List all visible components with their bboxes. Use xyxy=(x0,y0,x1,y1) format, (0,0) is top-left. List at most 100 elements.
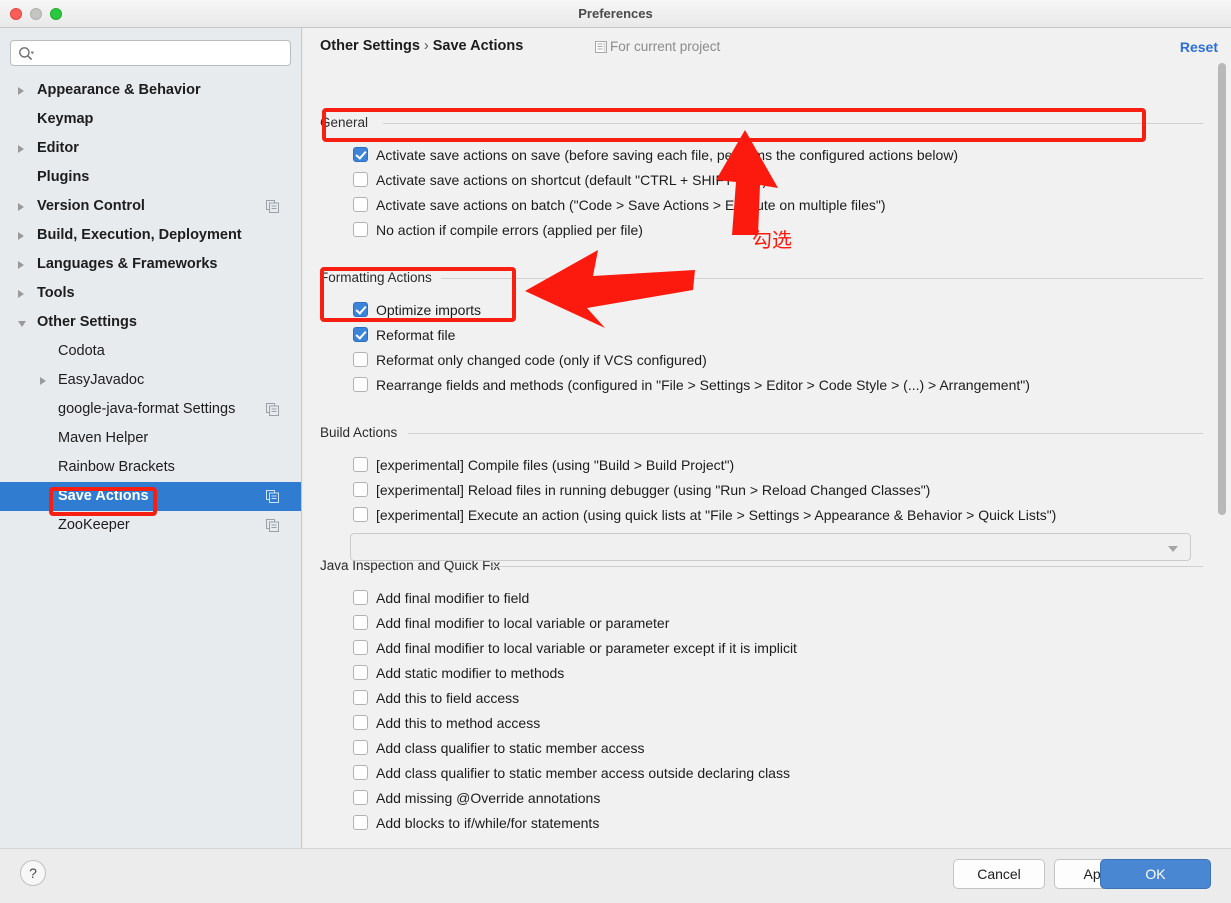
sidebar-item-other-settings[interactable]: Other Settings xyxy=(0,308,301,337)
checkbox-label: [experimental] Compile files (using "Bui… xyxy=(376,457,735,473)
sidebar-item-label: EasyJavadoc xyxy=(58,372,145,388)
copy-icon xyxy=(266,519,279,532)
checkbox-checked-icon[interactable] xyxy=(353,327,368,342)
sidebar-item-rainbow-brackets[interactable]: Rainbow Brackets xyxy=(0,453,301,482)
checkbox-label: Add final modifier to local variable or … xyxy=(376,640,797,656)
content-header: Other Settings › Save Actions For current … xyxy=(303,28,1231,66)
chevron-down-icon[interactable] xyxy=(18,321,26,327)
sidebar-item-label: ZooKeeper xyxy=(58,517,130,533)
sidebar-item-label: Editor xyxy=(37,140,79,156)
copy-icon xyxy=(266,490,279,503)
section-divider xyxy=(441,278,1203,279)
chevron-down-icon[interactable] xyxy=(1168,546,1178,552)
quick-list-combobox[interactable] xyxy=(350,533,1191,561)
checkbox-unchecked-icon[interactable] xyxy=(353,715,368,730)
reset-link[interactable]: Reset xyxy=(1180,39,1218,55)
sidebar-item-build-execution-deployment[interactable]: Build, Execution, Deployment xyxy=(0,221,301,250)
vertical-scrollbar[interactable] xyxy=(1218,63,1226,515)
sidebar-item-plugins[interactable]: Plugins xyxy=(0,163,301,192)
checkbox-unchecked-icon[interactable] xyxy=(353,377,368,392)
checkbox-label: [experimental] Execute an action (using … xyxy=(376,507,1057,523)
chevron-right-icon[interactable] xyxy=(18,261,24,269)
sidebar-item-version-control[interactable]: Version Control xyxy=(0,192,301,221)
sidebar-item-label: Build, Execution, Deployment xyxy=(37,227,242,243)
sidebar-item-easyjavadoc[interactable]: EasyJavadoc xyxy=(0,366,301,395)
checkbox-label: Add missing @Override annotations xyxy=(376,790,601,806)
section-title-formatting-actions: Formatting Actions xyxy=(320,270,432,285)
chevron-right-icon[interactable] xyxy=(18,87,24,95)
cancel-button[interactable]: Cancel xyxy=(953,859,1045,889)
checkbox-unchecked-icon[interactable] xyxy=(353,640,368,655)
breadcrumb-separator: › xyxy=(423,38,429,54)
checkbox-unchecked-icon[interactable] xyxy=(353,197,368,212)
checkbox-unchecked-icon[interactable] xyxy=(353,590,368,605)
checkbox-unchecked-icon[interactable] xyxy=(353,172,368,187)
settings-tree: Appearance & Behavior Keymap Editor Plugins… xyxy=(0,76,301,540)
checkbox-unchecked-icon[interactable] xyxy=(353,690,368,705)
chevron-right-icon[interactable] xyxy=(18,232,24,240)
checkbox-label: Add final modifier to local variable or … xyxy=(376,615,670,631)
sidebar-item-editor[interactable]: Editor xyxy=(0,134,301,163)
settings-scroll-area: General Activate save actions on save (be… xyxy=(303,66,1231,848)
checkbox-unchecked-icon[interactable] xyxy=(353,665,368,680)
sidebar-item-save-actions[interactable]: Save Actions xyxy=(0,482,301,511)
section-divider xyxy=(408,433,1203,434)
checkbox-unchecked-icon[interactable] xyxy=(353,352,368,367)
checkbox-unchecked-icon[interactable] xyxy=(353,457,368,472)
checkbox-label: Rearrange fields and methods (configured… xyxy=(376,377,1030,393)
breadcrumb-current: Save Actions xyxy=(432,38,524,54)
sidebar-item-label: Rainbow Brackets xyxy=(58,459,175,475)
chevron-right-icon[interactable] xyxy=(18,203,24,211)
sidebar-item-maven-helper[interactable]: Maven Helper xyxy=(0,424,301,453)
breadcrumb: Other Settings › Save Actions xyxy=(320,38,523,54)
sidebar-item-keymap[interactable]: Keymap xyxy=(0,105,301,134)
checkbox-unchecked-icon[interactable] xyxy=(353,740,368,755)
sidebar-item-label: Save Actions xyxy=(58,488,149,504)
sidebar-item-label: google-java-format Settings xyxy=(58,401,236,417)
checkbox-label: Add static modifier to methods xyxy=(376,665,565,681)
sidebar-item-codota[interactable]: Codota xyxy=(0,337,301,366)
sidebar-item-label: Languages & Frameworks xyxy=(37,256,218,272)
copy-icon xyxy=(266,200,279,213)
checkbox-label: Activate save actions on shortcut (defau… xyxy=(376,172,768,188)
section-title-build-actions: Build Actions xyxy=(320,425,398,440)
checkbox-label: Add blocks to if/while/for statements xyxy=(376,815,600,831)
checkbox-label: Activate save actions on batch ("Code > … xyxy=(376,197,886,213)
checkbox-label: Add class qualifier to static member acc… xyxy=(376,765,790,781)
footer-bar xyxy=(0,848,1231,903)
breadcrumb-parent[interactable]: Other Settings xyxy=(320,38,420,54)
checkbox-checked-icon[interactable] xyxy=(353,302,368,317)
checkbox-label: No action if compile errors (applied per… xyxy=(376,222,643,238)
checkbox-unchecked-icon[interactable] xyxy=(353,790,368,805)
checkbox-unchecked-icon[interactable] xyxy=(353,765,368,780)
search-input[interactable] xyxy=(39,41,287,65)
checkbox-checked-icon[interactable] xyxy=(353,147,368,162)
sidebar-item-label: Maven Helper xyxy=(58,430,149,446)
checkbox-unchecked-icon[interactable] xyxy=(353,615,368,630)
checkbox-unchecked-icon[interactable] xyxy=(353,507,368,522)
sidebar-item-languages-frameworks[interactable]: Languages & Frameworks xyxy=(0,250,301,279)
checkbox-unchecked-icon[interactable] xyxy=(353,815,368,830)
sidebar-item-google-java-format-settings[interactable]: google-java-format Settings xyxy=(0,395,301,424)
sidebar-item-zookeeper[interactable]: ZooKeeper xyxy=(0,511,301,540)
search-field[interactable] xyxy=(10,40,291,66)
title-bar: Preferences xyxy=(0,0,1231,28)
chevron-right-icon[interactable] xyxy=(18,145,24,153)
ok-button[interactable]: OK xyxy=(1100,859,1211,889)
project-scope-label: For current project xyxy=(610,39,721,54)
sidebar-item-label: Keymap xyxy=(37,111,94,127)
sidebar-item-label: Appearance & Behavior xyxy=(37,82,201,98)
checkbox-unchecked-icon[interactable] xyxy=(353,222,368,237)
sidebar-item-label: Codota xyxy=(58,343,105,359)
checkbox-unchecked-icon[interactable] xyxy=(353,482,368,497)
checkbox-label: Add this to method access xyxy=(376,715,541,731)
sidebar-item-tools[interactable]: Tools xyxy=(0,279,301,308)
sidebar-item-appearance-behavior[interactable]: Appearance & Behavior xyxy=(0,76,301,105)
checkbox-label: Reformat only changed code (only if VCS … xyxy=(376,352,707,368)
help-button[interactable]: ? xyxy=(20,860,46,886)
section-divider xyxy=(487,566,1203,567)
chevron-right-icon[interactable] xyxy=(18,290,24,298)
chevron-right-icon[interactable] xyxy=(40,377,46,385)
sidebar-item-label: Tools xyxy=(37,285,75,301)
checkbox-label: [experimental] Reload files in running d… xyxy=(376,482,931,498)
